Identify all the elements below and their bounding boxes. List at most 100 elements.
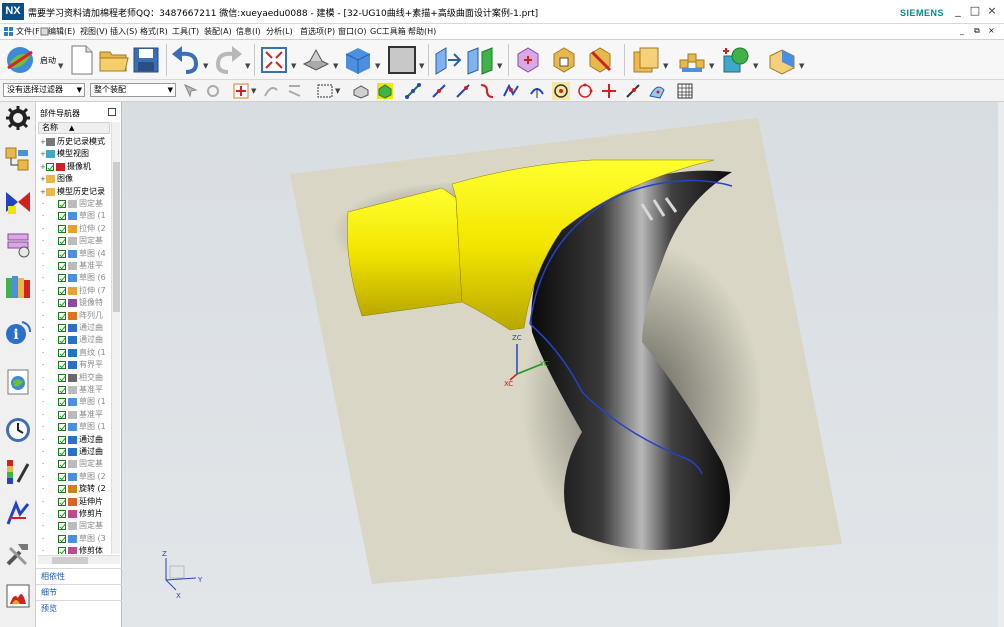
expand-icon[interactable]: · [42, 372, 44, 384]
grid-icon[interactable] [676, 82, 694, 100]
tree-row[interactable]: · 基准平 [38, 409, 110, 421]
expand-icon[interactable]: · [42, 347, 44, 359]
expand-icon[interactable]: · [42, 359, 44, 371]
expand-icon[interactable]: · [42, 223, 44, 235]
expand-icon[interactable]: · [42, 322, 44, 334]
circle-center-snap-icon[interactable] [552, 82, 570, 100]
curve-point-snap-icon[interactable] [478, 82, 496, 100]
tree-row[interactable]: · 草图 (1 [38, 396, 110, 408]
sort-ascending-icon[interactable]: ▲ [69, 123, 74, 133]
tree-row[interactable]: · 旋转 (2 [38, 483, 110, 495]
point-on-curve-icon[interactable] [624, 82, 642, 100]
visibility-checkbox[interactable] [58, 386, 66, 394]
tree-row[interactable]: · 草图 (3 [38, 533, 110, 545]
render-style-dropdown-icon[interactable]: ▼ [375, 62, 380, 70]
expand-icon[interactable]: · [42, 483, 44, 495]
expand-icon[interactable]: · [42, 434, 44, 446]
product-interface-icon[interactable] [766, 44, 798, 76]
tree-row[interactable]: + 模型视图 [38, 148, 110, 160]
scrollbar-thumb[interactable] [113, 162, 120, 312]
expand-icon[interactable]: · [42, 458, 44, 470]
tree-row[interactable]: · 基准平 [38, 384, 110, 396]
visibility-checkbox[interactable] [58, 212, 66, 221]
tree-row[interactable]: · 拉伸 (2 [38, 223, 110, 235]
tools-icon[interactable] [4, 540, 32, 568]
background-icon[interactable] [386, 44, 418, 76]
visibility-checkbox[interactable] [58, 547, 66, 554]
open-folder-icon[interactable] [98, 44, 130, 76]
system-materials-icon[interactable] [4, 500, 32, 528]
tree-row[interactable]: · 有界平 [38, 359, 110, 371]
visibility-checkbox[interactable] [58, 522, 66, 531]
assembly-dropdown-icon[interactable]: ▼ [709, 62, 714, 70]
navigator-horizontal-scrollbar[interactable] [38, 555, 120, 564]
expand-icon[interactable]: + [40, 173, 46, 185]
menu-info[interactable]: 信息(I) [236, 26, 261, 37]
visibility-checkbox[interactable] [58, 448, 66, 456]
expand-icon[interactable]: + [40, 136, 46, 148]
select-face-icon[interactable] [376, 82, 394, 100]
expand-icon[interactable]: · [42, 545, 44, 554]
edit-object-display-icon[interactable] [512, 44, 544, 76]
visibility-checkbox[interactable] [58, 286, 66, 295]
visibility-checkbox[interactable] [46, 162, 54, 171]
expand-icon[interactable]: · [42, 260, 44, 272]
constraint-navigator-icon[interactable] [4, 188, 32, 216]
menu-edit[interactable]: 编辑(E) [48, 26, 75, 37]
menu-grid-icon[interactable] [4, 27, 13, 36]
expand-icon[interactable]: · [42, 520, 44, 532]
palette-icon[interactable] [4, 458, 32, 486]
expand-icon[interactable]: · [42, 235, 44, 247]
menu-file[interactable]: 文件(F) [16, 26, 43, 37]
visibility-checkbox[interactable] [58, 237, 66, 246]
visibility-checkbox[interactable] [58, 534, 66, 543]
tree-row[interactable]: · 阵列几 [38, 310, 110, 322]
tree-row[interactable]: · 固定基 [38, 235, 110, 247]
doc-restore-button[interactable]: ⧉ [974, 26, 980, 36]
selection-scope-combo[interactable]: 整个装配 ▼ [90, 83, 176, 97]
expand-icon[interactable]: · [42, 471, 44, 483]
menu-tools[interactable]: 工具(T) [172, 26, 199, 37]
tree-row[interactable]: · 修剪体 [38, 545, 110, 554]
fit-view-dropdown-icon[interactable]: ▼ [291, 62, 296, 70]
menu-insert[interactable]: 插入(S) [110, 26, 137, 37]
tree-row[interactable]: + 历史记录模式 [38, 136, 110, 148]
group-select-icon[interactable] [286, 82, 304, 100]
snap-settings-icon[interactable] [204, 82, 222, 100]
layer-settings-icon[interactable] [630, 44, 662, 76]
expand-icon[interactable]: · [42, 297, 44, 309]
select-point-dropdown-icon[interactable]: ▼ [251, 87, 256, 95]
move-component-dropdown-icon[interactable]: ▼ [753, 62, 758, 70]
save-icon[interactable] [130, 44, 162, 76]
move-component-icon[interactable] [720, 44, 752, 76]
expand-icon[interactable]: · [42, 210, 44, 222]
preview-panel[interactable]: 预览 [36, 600, 122, 615]
rectangle-select-dropdown-icon[interactable]: ▼ [335, 87, 340, 95]
visibility-checkbox[interactable] [58, 324, 66, 332]
tree-row[interactable]: · 通过曲 [38, 322, 110, 334]
select-body-icon[interactable] [352, 82, 370, 100]
expand-icon[interactable]: · [42, 409, 44, 421]
tree-row[interactable]: · 镜像特 [38, 297, 110, 309]
minimize-button[interactable]: _ [950, 4, 966, 18]
details-panel[interactable]: 细节 [36, 584, 122, 599]
tree-row[interactable]: · 草图 (4 [38, 248, 110, 260]
mid-point-snap-icon[interactable] [430, 82, 448, 100]
expand-icon[interactable]: · [42, 533, 44, 545]
start-label[interactable]: 启动 [40, 55, 56, 66]
expand-icon[interactable]: · [42, 496, 44, 508]
visibility-checkbox[interactable] [58, 435, 66, 444]
reuse-library-icon[interactable] [4, 272, 32, 300]
tree-row[interactable]: · 固定基 [38, 520, 110, 532]
expand-icon[interactable]: · [42, 446, 44, 458]
tree-row[interactable]: · 基准平 [38, 260, 110, 272]
visibility-checkbox[interactable] [58, 497, 66, 506]
start-icon[interactable] [4, 44, 36, 76]
point-on-face-icon[interactable] [648, 82, 666, 100]
tree-row[interactable]: · 修剪片 [38, 508, 110, 520]
background-dropdown-icon[interactable]: ▼ [419, 62, 424, 70]
menu-help[interactable]: 帮助(H) [408, 26, 436, 37]
feature-dependency-icon[interactable] [262, 82, 280, 100]
scrollbar-thumb[interactable] [52, 557, 88, 564]
visibility-checkbox[interactable] [58, 373, 66, 382]
